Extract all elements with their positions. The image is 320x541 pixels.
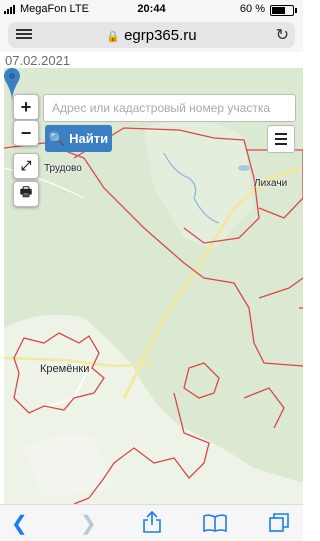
- place-label-trudovoe: Трудово: [44, 163, 82, 174]
- location-pin-icon[interactable]: [4, 68, 20, 102]
- fullscreen-icon: ⤢: [20, 158, 32, 173]
- url-field[interactable]: 🔒 egrp365.ru ↻: [8, 22, 295, 48]
- search-placeholder: Адрес или кадастровый номер участка: [52, 101, 271, 115]
- search-icon: 🔍: [48, 130, 66, 146]
- layers-menu-button[interactable]: [267, 125, 295, 153]
- share-icon[interactable]: [143, 511, 161, 533]
- forward-icon[interactable]: ❯: [80, 511, 97, 536]
- lock-icon: 🔒: [106, 31, 121, 43]
- browser-address-bar: 🔒 egrp365.ru ↻: [0, 18, 303, 52]
- place-label-likhachi: Лихачи: [254, 178, 288, 189]
- reload-icon[interactable]: ↻: [276, 25, 289, 45]
- bookmarks-icon[interactable]: [203, 514, 227, 532]
- zoom-out-button[interactable]: −: [13, 120, 39, 146]
- map-view[interactable]: + − ⤢ 🖶 Адрес или кадастровый номер учас…: [4, 68, 303, 504]
- fullscreen-button[interactable]: ⤢: [13, 153, 39, 179]
- place-label-kremenki: Кремёнки: [40, 363, 90, 375]
- find-button[interactable]: 🔍 Найти: [45, 125, 112, 152]
- battery-icon: [270, 5, 297, 16]
- find-button-label: Найти: [69, 131, 109, 146]
- url-display[interactable]: 🔒 egrp365.ru: [8, 27, 295, 44]
- tabs-icon[interactable]: [269, 513, 289, 533]
- back-icon[interactable]: ❮: [11, 511, 28, 536]
- search-input[interactable]: Адрес или кадастровый номер участка: [43, 94, 296, 122]
- page-date: 07.02.2021: [5, 53, 71, 68]
- battery-percent: 60 %: [239, 3, 265, 15]
- print-button[interactable]: 🖶: [13, 181, 39, 207]
- status-bar: MegaFon LTE 20:44 60 %: [0, 0, 303, 18]
- browser-toolbar: ❮ ❯: [0, 504, 303, 541]
- print-icon: 🖶: [19, 184, 33, 199]
